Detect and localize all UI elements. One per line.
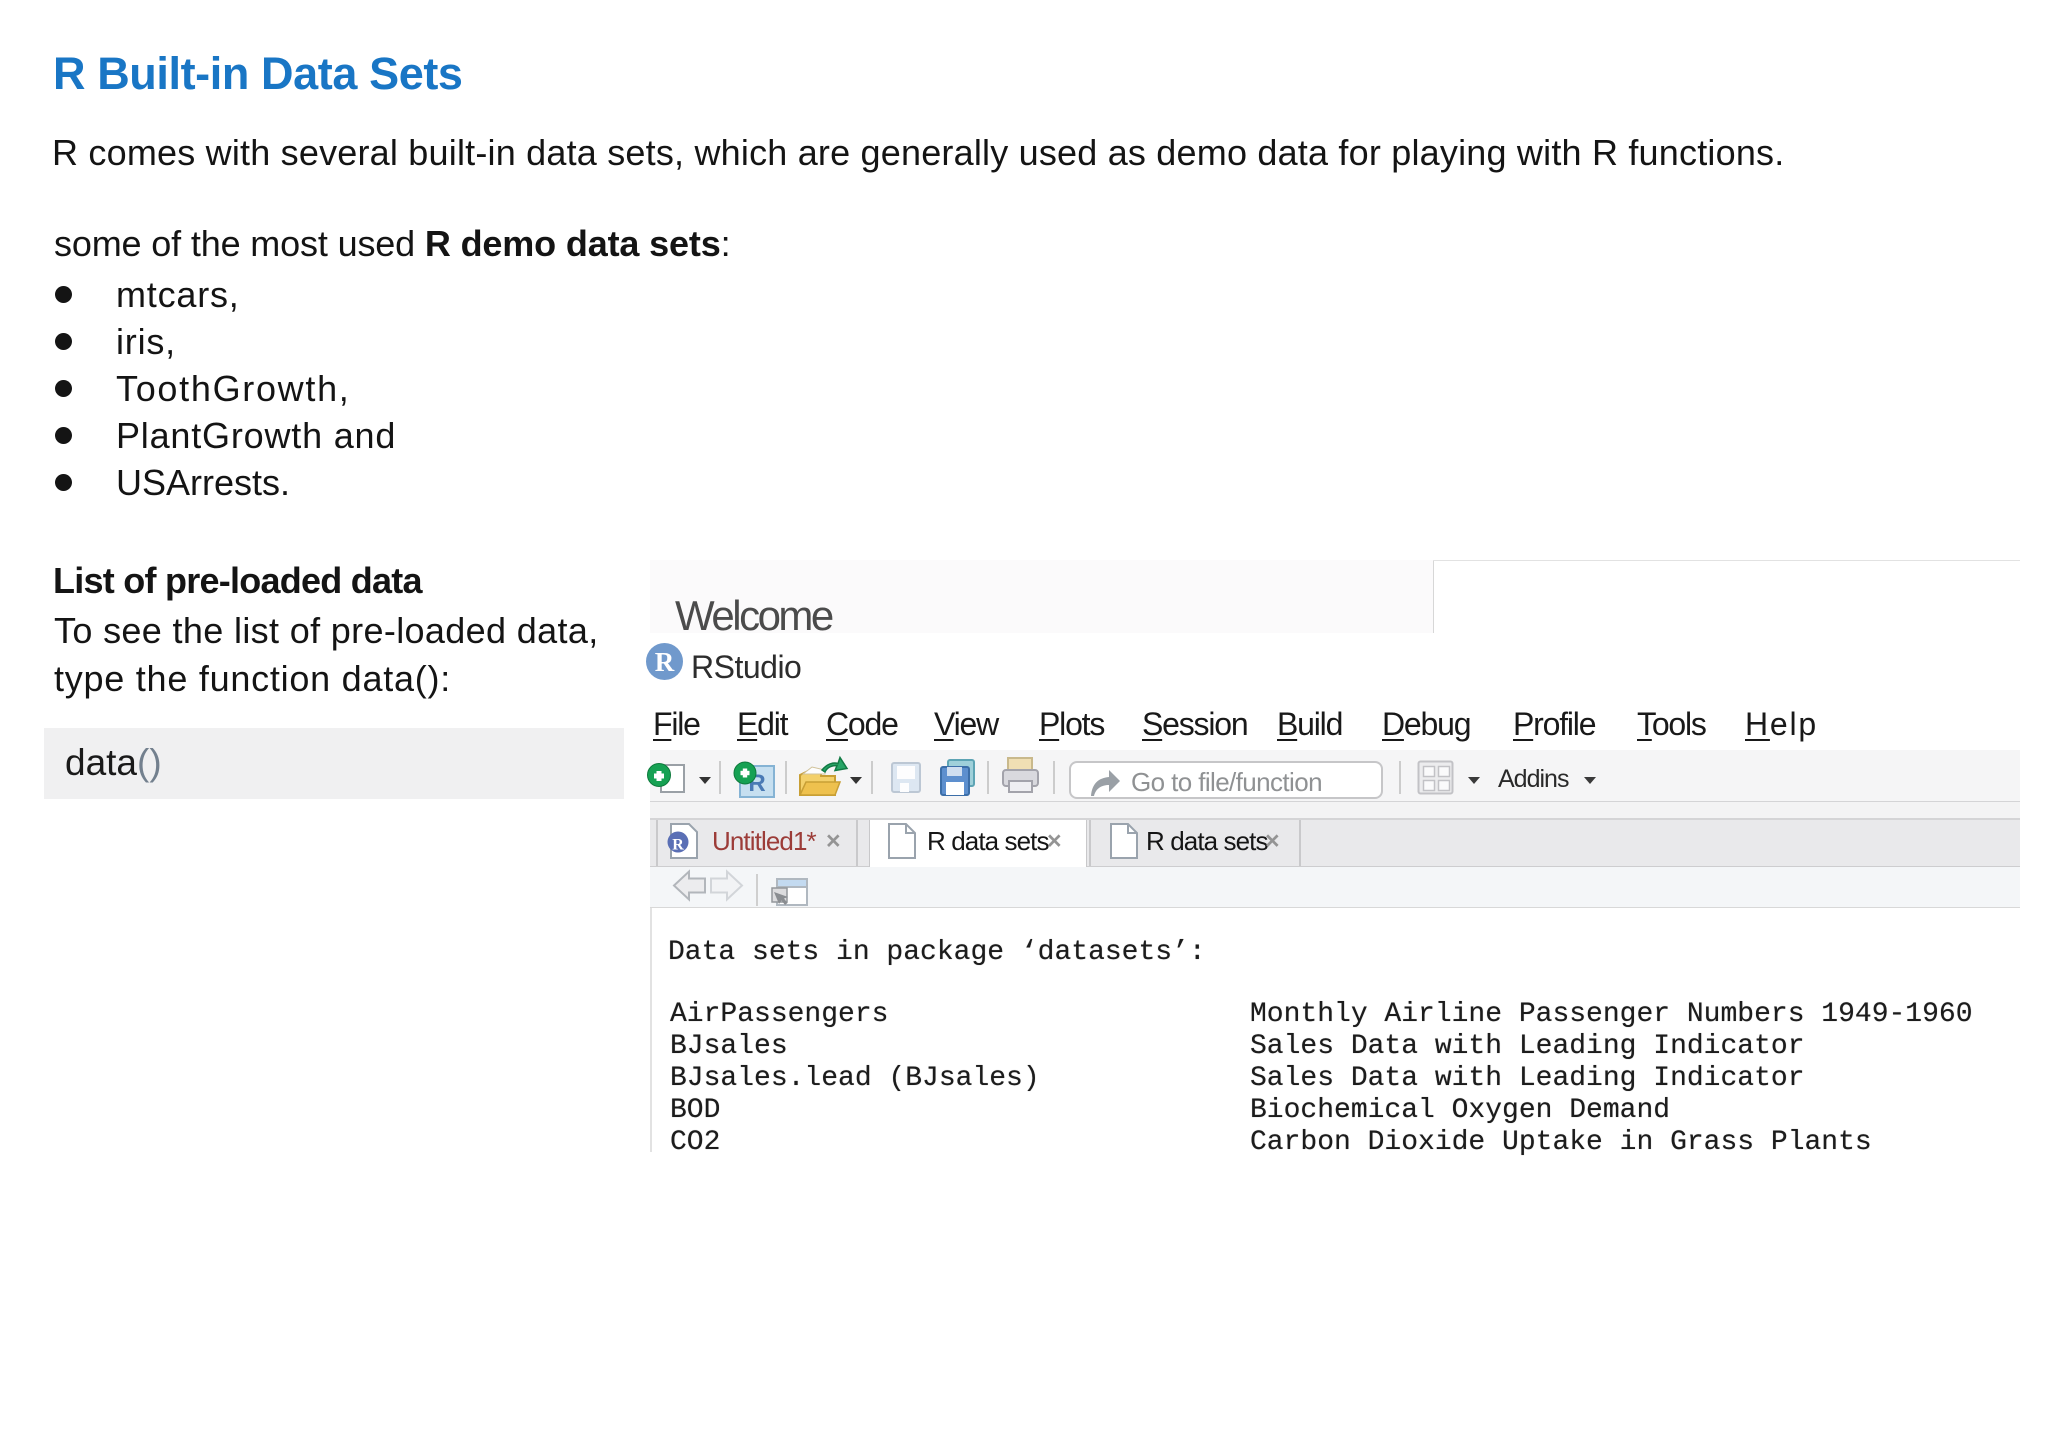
svg-text:R: R — [672, 837, 684, 854]
